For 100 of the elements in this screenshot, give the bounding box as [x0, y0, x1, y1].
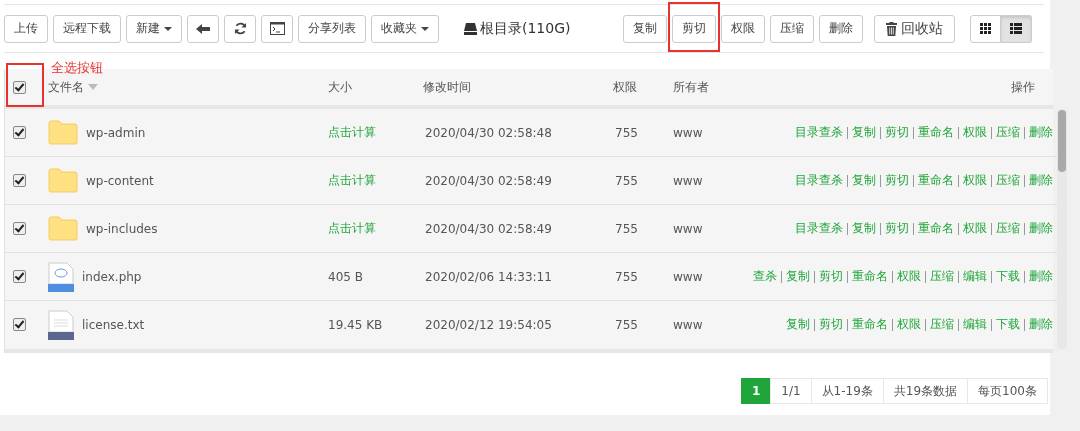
modified-time: 2020/04/30 02:58:49: [425, 173, 552, 188]
action-link[interactable]: 权限: [963, 220, 987, 237]
action-link[interactable]: 剪切: [885, 124, 909, 141]
path-label: 根目录(110G): [464, 19, 571, 38]
calculate-size-link[interactable]: 点击计算: [328, 173, 376, 187]
file-name[interactable]: wp-includes: [86, 221, 158, 236]
owner: www: [673, 221, 703, 236]
action-link[interactable]: 目录查杀: [795, 220, 843, 237]
select-all-checkbox[interactable]: [13, 80, 26, 94]
action-link[interactable]: 复制: [786, 316, 810, 333]
toolbar-button[interactable]: 上传: [4, 14, 48, 43]
toolbar-button[interactable]: 远程下载: [53, 14, 121, 43]
column-header[interactable]: 文件名: [48, 78, 84, 96]
column-header: 所有者: [673, 79, 709, 94]
action-link[interactable]: 权限: [897, 316, 921, 333]
action-link[interactable]: 复制: [852, 124, 876, 141]
action-link[interactable]: 查杀: [753, 268, 777, 285]
refresh-button[interactable]: [224, 14, 256, 43]
recycle-bin-button[interactable]: 回收站: [874, 14, 955, 43]
permission: 755: [615, 269, 638, 284]
file-name[interactable]: index.php: [82, 269, 142, 284]
action-link[interactable]: 删除: [1029, 172, 1053, 189]
action-link[interactable]: 权限: [897, 268, 921, 285]
toolbar-button[interactable]: 删除: [819, 14, 863, 43]
action-link[interactable]: 压缩: [930, 316, 954, 333]
action-link[interactable]: 目录查杀: [795, 124, 843, 141]
dropdown-button[interactable]: 新建: [126, 14, 182, 43]
scrollbar-thumb[interactable]: [1058, 110, 1066, 172]
action-link[interactable]: 剪切: [819, 316, 843, 333]
action-link[interactable]: 编辑: [963, 316, 987, 333]
refresh-icon: [233, 22, 247, 35]
file-name[interactable]: wp-content: [86, 173, 154, 188]
action-link[interactable]: 删除: [1029, 124, 1053, 141]
modified-time: 2020/04/30 02:58:48: [425, 125, 552, 140]
action-link[interactable]: 权限: [963, 172, 987, 189]
action-link[interactable]: 重命名: [918, 124, 954, 141]
file-name[interactable]: wp-admin: [86, 125, 146, 140]
action-link[interactable]: 删除: [1029, 220, 1053, 237]
action-link[interactable]: 权限: [963, 124, 987, 141]
permission: 755: [615, 221, 638, 236]
pagination-info: 共19条数据: [882, 378, 969, 404]
grid-icon: [980, 23, 991, 34]
sort-icon: [88, 84, 98, 90]
action-link[interactable]: 复制: [786, 268, 810, 285]
toolbar-button[interactable]: 压缩: [770, 14, 814, 43]
action-link[interactable]: 编辑: [963, 268, 987, 285]
dropdown-button[interactable]: 收藏夹: [371, 14, 439, 43]
action-link[interactable]: 剪切: [885, 220, 909, 237]
disk-icon: [464, 22, 477, 35]
page-button[interactable]: 1: [740, 378, 772, 404]
folder-icon: [48, 216, 78, 241]
action-link[interactable]: 压缩: [996, 124, 1020, 141]
pagination-info: 从1-19条: [810, 378, 884, 404]
action-link[interactable]: 压缩: [996, 172, 1020, 189]
owner: www: [673, 269, 703, 284]
toolbar-button[interactable]: 权限: [721, 14, 765, 43]
action-link[interactable]: 下载: [996, 316, 1020, 333]
action-link[interactable]: 重命名: [918, 220, 954, 237]
action-link[interactable]: 重命名: [918, 172, 954, 189]
action-link[interactable]: 压缩: [930, 268, 954, 285]
action-link[interactable]: 下载: [996, 268, 1020, 285]
action-link[interactable]: 压缩: [996, 220, 1020, 237]
column-header: 权限: [613, 79, 637, 94]
modified-time: 2020/04/30 02:58:49: [425, 221, 552, 236]
owner: www: [673, 317, 703, 332]
row-checkbox[interactable]: [13, 174, 26, 187]
action-link[interactable]: 复制: [852, 220, 876, 237]
action-link[interactable]: 剪切: [885, 172, 909, 189]
action-link[interactable]: 复制: [852, 172, 876, 189]
terminal-button[interactable]: [261, 14, 293, 43]
grid-view-button[interactable]: [970, 14, 1001, 43]
toolbar-button[interactable]: 剪切: [672, 14, 716, 43]
action-link[interactable]: 目录查杀: [795, 172, 843, 189]
text-file-icon: [48, 309, 74, 340]
calculate-size-link[interactable]: 点击计算: [328, 221, 376, 235]
action-link[interactable]: 剪切: [819, 268, 843, 285]
action-link[interactable]: 重命名: [852, 316, 888, 333]
file-name[interactable]: license.txt: [82, 317, 145, 332]
back-button[interactable]: [187, 14, 219, 43]
row-checkbox[interactable]: [13, 126, 26, 139]
toolbar-button[interactable]: 复制: [623, 14, 667, 43]
trash-icon: [886, 21, 897, 36]
permission: 755: [615, 125, 638, 140]
modified-time: 2020/02/12 19:54:05: [425, 317, 552, 332]
row-checkbox[interactable]: [13, 270, 26, 283]
calculate-size-link[interactable]: 点击计算: [328, 125, 376, 139]
folder-icon: [48, 120, 78, 145]
pagination-info: 1/1: [770, 378, 812, 404]
modified-time: 2020/02/06 14:33:11: [425, 269, 552, 284]
action-link[interactable]: 删除: [1029, 316, 1053, 333]
action-link[interactable]: 删除: [1029, 268, 1053, 285]
toolbar-button[interactable]: 分享列表: [298, 14, 366, 43]
annotation-label: 全选按钮: [51, 58, 103, 77]
column-header: 操作: [1011, 78, 1035, 96]
action-link[interactable]: 重命名: [852, 268, 888, 285]
owner: www: [673, 125, 703, 140]
file-size: 405 B: [328, 269, 363, 284]
list-view-button[interactable]: [1001, 14, 1032, 43]
row-checkbox[interactable]: [13, 318, 26, 331]
row-checkbox[interactable]: [13, 222, 26, 235]
